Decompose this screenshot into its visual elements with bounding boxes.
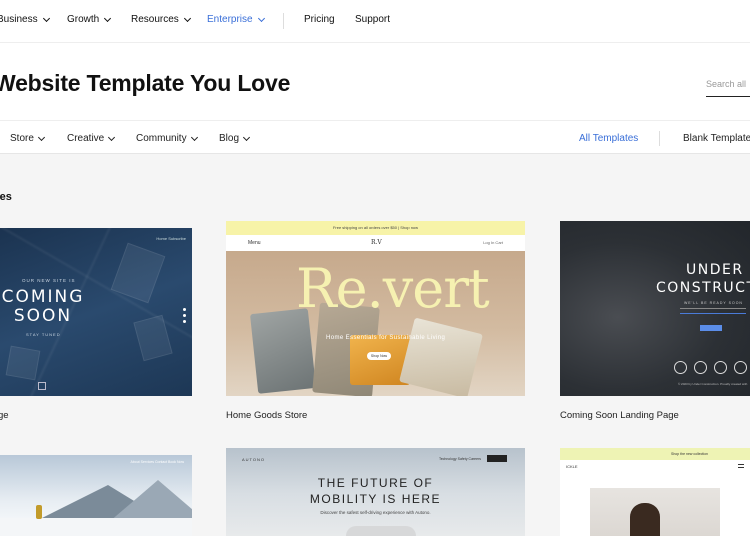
preview-heading-line2: CONSTRUCTION — [656, 280, 750, 296]
soap-bar — [249, 308, 317, 394]
preview-footer: © 2023 by Under Construction. Proudly cr… — [678, 382, 748, 386]
page-title: Website Template You Love — [0, 70, 291, 96]
search-input[interactable]: Search all — [706, 77, 750, 97]
card-title[interactable]: ge — [0, 410, 9, 421]
preview-heading-line1: UNDER — [686, 262, 744, 278]
category-store-label: Store — [10, 133, 34, 144]
preview-heading-line2: SOON — [13, 306, 73, 326]
preview-heading-line2: MOBILITY IS HERE — [309, 492, 442, 506]
nav-pricing[interactable]: Pricing — [304, 14, 335, 25]
preview-menu: Menu — [248, 240, 261, 246]
preview-subtext: STAY TUNED — [26, 332, 61, 337]
preview-announcement-bar: Shop the new collection — [560, 448, 750, 460]
category-community-label: Community — [136, 133, 187, 144]
nav-divider — [283, 13, 284, 29]
category-blog-label: Blog — [219, 133, 240, 144]
category-divider — [659, 131, 660, 146]
preview-nav: About Services Contact Book Now — [130, 460, 185, 464]
nav-growth-label: Growth — [67, 14, 100, 25]
template-card-autonomous-mobility[interactable]: AUTONO Technology Safety Careers THE FUT… — [226, 448, 525, 536]
preview-nav-button — [487, 455, 507, 462]
chevron-down-icon — [190, 133, 198, 141]
preview-logo: ICKLE — [566, 464, 578, 469]
preview-heading: THE FUTURE OF MOBILITY IS HERE — [226, 475, 525, 507]
preview-nav: Home Subscribe — [156, 236, 186, 241]
nav-resources[interactable]: Resources — [131, 14, 191, 25]
chevron-down-icon — [104, 14, 112, 22]
preview-nav: Technology Safety Careers — [438, 457, 481, 461]
social-icon — [183, 320, 186, 323]
nav-growth[interactable]: Growth — [67, 14, 112, 25]
snow-ground — [0, 518, 192, 536]
linkedin-icon — [694, 361, 707, 374]
facebook-icon — [674, 361, 687, 374]
chevron-down-icon — [42, 14, 50, 22]
preview-subtext: Discover the safest self-driving experie… — [320, 510, 431, 515]
hero-section: Website Template You Love Search all — [0, 42, 750, 120]
template-card-fashion[interactable]: Shop the new collection ICKLE — [560, 448, 750, 536]
preview-divider — [680, 308, 746, 309]
chevron-down-icon — [108, 133, 116, 141]
nav-support[interactable]: Support — [355, 14, 390, 25]
nav-enterprise[interactable]: Enterprise — [207, 14, 265, 25]
top-navigation: Business Growth Resources Enterprise Pri… — [0, 0, 750, 42]
building-shape — [5, 345, 41, 381]
nav-support-label: Support — [355, 14, 391, 25]
soap-bar — [399, 317, 483, 396]
preview-small-text: WE'LL BE READY SOON — [684, 301, 743, 305]
preview-small-text: OUR NEW SITE IS — [22, 278, 76, 283]
preview-logo: R.V — [371, 239, 382, 246]
preview-announcement-bar: Free shipping on all orders over $50 | S… — [226, 221, 525, 235]
social-icon — [183, 314, 186, 317]
preview-heading: COMING SOON — [0, 288, 88, 326]
chevron-down-icon — [257, 14, 265, 22]
social-icon — [183, 308, 186, 311]
car-shape — [346, 526, 416, 536]
nav-resources-label: Resources — [131, 14, 179, 25]
section-title: tes — [0, 191, 12, 203]
template-card-home-goods-store[interactable]: Free shipping on all orders over $50 | S… — [226, 221, 525, 396]
chevron-down-icon — [37, 133, 45, 141]
category-store[interactable]: Store — [10, 133, 45, 144]
preview-progress-line — [680, 313, 746, 314]
card-title[interactable]: Home Goods Store — [226, 410, 307, 421]
chat-icon — [38, 382, 46, 390]
preview-tagline: Home Essentials for Sustainable Living — [326, 335, 446, 341]
preview-heading-line1: COMING — [1, 287, 85, 307]
preview-heading: UNDER CONSTRUCTION — [656, 261, 750, 297]
category-bar: Store Creative Community Blog All Templa… — [0, 120, 750, 154]
person-figure — [630, 503, 660, 536]
template-card-coming-soon[interactable]: Home Subscribe OUR NEW SITE IS COMING SO… — [0, 228, 192, 396]
nav-pricing-label: Pricing — [304, 14, 335, 25]
all-templates-link[interactable]: All Templates — [579, 133, 638, 144]
hamburger-menu-icon — [738, 464, 744, 468]
nav-business-label: Business — [0, 14, 38, 25]
skier-figure — [36, 505, 42, 519]
category-creative[interactable]: Creative — [67, 133, 116, 144]
nav-enterprise-label: Enterprise — [207, 14, 253, 25]
preview-heading: Re.vert — [296, 257, 490, 320]
template-card-ski[interactable]: About Services Contact Book Now — [0, 455, 192, 536]
card-title[interactable]: Coming Soon Landing Page — [560, 410, 679, 421]
template-card-coming-soon-landing-page[interactable]: UNDER CONSTRUCTION WE'LL BE READY SOON ©… — [560, 221, 750, 396]
preview-button — [700, 325, 722, 331]
blank-templates-link[interactable]: Blank Templates — [683, 133, 750, 144]
preview-header-links: Log In Cart — [483, 240, 503, 245]
chevron-down-icon — [183, 14, 191, 22]
preview-shop-button: Shop Now — [367, 352, 391, 360]
instagram-icon — [714, 361, 727, 374]
preview-header: Menu R.V Log In Cart — [226, 235, 525, 251]
category-creative-label: Creative — [67, 133, 105, 144]
category-blog[interactable]: Blog — [219, 133, 251, 144]
category-community[interactable]: Community — [136, 133, 198, 144]
preview-heading-line1: THE FUTURE OF — [317, 476, 434, 490]
twitter-icon — [734, 361, 747, 374]
preview-logo: AUTONO — [242, 457, 266, 462]
chevron-down-icon — [242, 133, 251, 141]
nav-business[interactable]: Business — [0, 14, 50, 25]
